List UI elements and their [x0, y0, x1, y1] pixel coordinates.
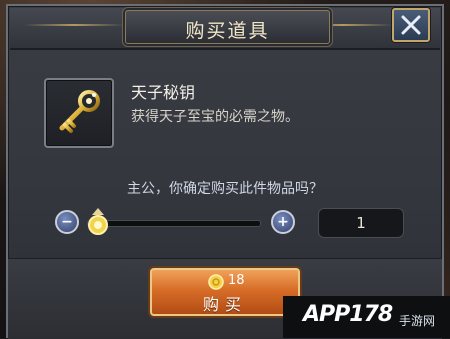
- quantity-slider-thumb[interactable]: [84, 207, 112, 239]
- plus-icon: +: [277, 214, 289, 230]
- slider-knob-icon: [88, 208, 108, 235]
- dialog-title: 购买道具: [185, 20, 270, 42]
- quantity-value: 1: [356, 214, 366, 232]
- minus-icon: −: [61, 214, 73, 230]
- quantity-slider-track[interactable]: [87, 220, 261, 227]
- title-plate: 购买道具: [125, 10, 330, 44]
- item-name: 天子秘钥: [131, 83, 196, 102]
- buy-label: 购买: [202, 295, 247, 314]
- item-description: 获得天子至宝的必需之物。: [131, 109, 299, 125]
- confirm-prompt: 主公，你确定购买此件物品吗？: [127, 181, 323, 197]
- watermark: APP178 手游网: [283, 296, 450, 338]
- item-icon-frame: [44, 78, 114, 148]
- increase-quantity-button[interactable]: +: [271, 210, 295, 234]
- gold-coin-icon: [208, 274, 224, 290]
- watermark-subtext: 手游网: [399, 314, 436, 328]
- watermark-text: APP178: [303, 302, 393, 327]
- close-button[interactable]: [392, 8, 430, 42]
- decrease-quantity-button[interactable]: −: [55, 210, 79, 234]
- title-bar: 购买道具: [10, 8, 440, 50]
- quantity-field[interactable]: 1: [318, 208, 404, 238]
- title-ornament-left: [24, 24, 124, 26]
- close-icon: [401, 15, 421, 35]
- buy-price: 18: [228, 273, 245, 288]
- golden-key-icon: [59, 90, 100, 133]
- buy-button[interactable]: 18 购买: [150, 268, 300, 316]
